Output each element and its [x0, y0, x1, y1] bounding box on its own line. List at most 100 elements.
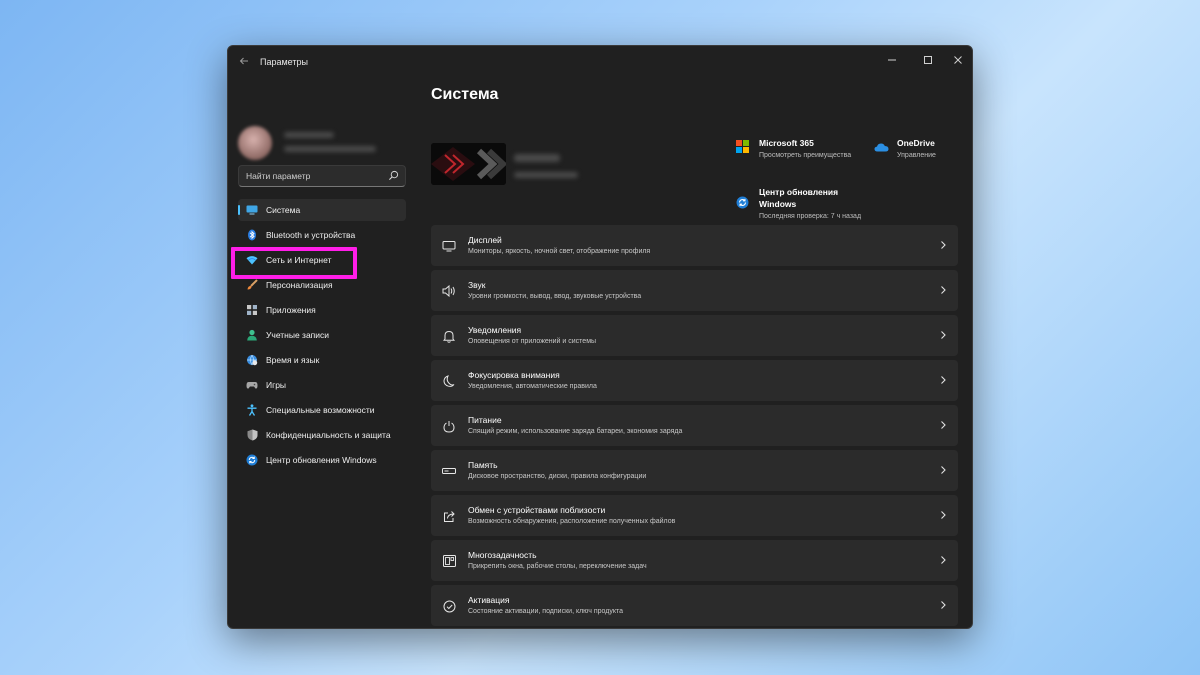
sidebar-item-apps[interactable]: Приложения	[238, 299, 406, 321]
bell-icon	[441, 328, 457, 344]
card-title: Активация	[468, 595, 510, 605]
close-icon	[954, 56, 962, 64]
device-wallpaper-thumbnail[interactable]	[431, 143, 506, 185]
card-subtitle: Возможность обнаружения, расположение по…	[468, 518, 676, 525]
sidebar: Система Bluetooth и устройства Сеть и Ин…	[228, 76, 418, 628]
avatar[interactable]	[238, 126, 272, 160]
monitor-icon	[246, 204, 258, 216]
chevron-right-icon	[941, 331, 946, 339]
chevron-right-icon	[941, 601, 946, 609]
settings-window: Параметры Система	[227, 45, 973, 629]
card-title: Память	[468, 460, 498, 470]
chevron-right-icon	[941, 376, 946, 384]
close-button[interactable]	[946, 51, 970, 71]
search-icon[interactable]	[388, 170, 399, 181]
update-icon	[736, 196, 749, 209]
minimize-icon	[888, 59, 896, 61]
window-title: Параметры	[260, 57, 308, 67]
promo-title-line1: Центр обновления	[759, 187, 839, 197]
chevron-right-icon	[941, 466, 946, 474]
promo-subtitle: Последняя проверка: 7 ч назад	[759, 213, 862, 220]
promo-title-line2: Windows	[759, 199, 797, 209]
card-title: Звук	[468, 280, 486, 290]
card-subtitle: Мониторы, яркость, ночной свет, отображе…	[468, 248, 651, 255]
device-model-redacted	[514, 172, 578, 178]
promo-subtitle: Управление	[897, 152, 936, 159]
back-arrow-icon[interactable]	[236, 54, 252, 70]
minimize-button[interactable]	[880, 51, 904, 71]
sidebar-item-accounts[interactable]: Учетные записи	[238, 324, 406, 346]
sidebar-item-label: Учетные записи	[266, 330, 330, 340]
search-box[interactable]	[238, 165, 406, 187]
card-multitasking[interactable]: Многозадачность Прикрепить окна, рабочие…	[431, 540, 958, 581]
main-content: Система Microsoft 365 Просмотреть преиму…	[431, 76, 972, 628]
sidebar-item-time-language[interactable]: Время и язык	[238, 349, 406, 371]
promo-title: Microsoft 365	[759, 138, 814, 148]
display-icon	[441, 238, 457, 254]
card-title: Уведомления	[468, 325, 522, 335]
power-icon	[441, 418, 457, 434]
maximize-icon	[924, 56, 932, 64]
sidebar-item-label: Специальные возможности	[266, 405, 375, 415]
sidebar-item-label: Конфиденциальность и защита	[266, 430, 391, 440]
onedrive-cloud-icon	[874, 143, 889, 152]
sidebar-item-label: Время и язык	[266, 355, 320, 365]
microsoft-logo-icon	[736, 140, 749, 153]
card-sound[interactable]: Звук Уровни громкости, вывод, ввод, звук…	[431, 270, 958, 311]
account-name-redacted	[284, 132, 334, 138]
sidebar-nav: Система Bluetooth и устройства Сеть и Ин…	[238, 199, 406, 474]
card-subtitle: Уровни громкости, вывод, ввод, звуковые …	[468, 293, 642, 300]
card-activation[interactable]: Активация Состояние активации, подписки,…	[431, 585, 958, 626]
sidebar-item-windows-update[interactable]: Центр обновления Windows	[238, 449, 406, 471]
multitask-icon	[441, 553, 457, 569]
sidebar-item-label: Система	[266, 205, 301, 215]
moon-icon	[441, 373, 457, 389]
search-input[interactable]	[246, 169, 386, 183]
storage-icon	[441, 463, 457, 479]
person-icon	[246, 329, 258, 341]
chevron-right-icon	[941, 286, 946, 294]
chevron-right-icon	[941, 511, 946, 519]
card-title: Дисплей	[468, 235, 502, 245]
card-title: Обмен с устройствами поблизости	[468, 505, 606, 515]
highlight-box	[231, 247, 357, 279]
card-nearby-sharing[interactable]: Обмен с устройствами поблизости Возможно…	[431, 495, 958, 536]
sidebar-item-label: Персонализация	[266, 280, 333, 290]
sidebar-item-accessibility[interactable]: Специальные возможности	[238, 399, 406, 421]
card-display[interactable]: Дисплей Мониторы, яркость, ночной свет, …	[431, 225, 958, 266]
chevron-right-icon	[941, 556, 946, 564]
card-subtitle: Уведомления, автоматические правила	[468, 383, 597, 390]
page-title: Система	[431, 86, 499, 103]
bluetooth-icon	[246, 229, 258, 241]
card-power[interactable]: Питание Спящий режим, использование заря…	[431, 405, 958, 446]
card-storage[interactable]: Память Дисковое пространство, диски, пра…	[431, 450, 958, 491]
chevron-right-icon	[941, 421, 946, 429]
sidebar-item-privacy[interactable]: Конфиденциальность и защита	[238, 424, 406, 446]
card-subtitle: Дисковое пространство, диски, правила ко…	[468, 473, 647, 480]
chevron-right-icon	[941, 241, 946, 249]
promo-title: OneDrive	[897, 138, 935, 148]
promo-subtitle: Просмотреть преимущества	[759, 152, 852, 159]
gamepad-icon	[246, 379, 258, 391]
apps-icon	[246, 304, 258, 316]
share-icon	[441, 508, 457, 524]
sidebar-item-system[interactable]: Система	[238, 199, 406, 221]
promo-title: Центр обновления Windows	[759, 186, 838, 210]
maximize-button[interactable]	[916, 51, 940, 71]
card-title: Фокусировка внимания	[468, 370, 560, 380]
card-notifications[interactable]: Уведомления Оповещения от приложений и с…	[431, 315, 958, 356]
shield-icon	[246, 429, 258, 441]
accessibility-icon	[246, 404, 258, 416]
title-bar: Параметры	[228, 46, 972, 76]
sidebar-item-bluetooth[interactable]: Bluetooth и устройства	[238, 224, 406, 246]
sidebar-item-gaming[interactable]: Игры	[238, 374, 406, 396]
card-subtitle: Спящий режим, использование заряда батар…	[468, 428, 683, 435]
sidebar-item-label: Приложения	[266, 305, 316, 315]
account-email-redacted	[284, 146, 376, 152]
sidebar-item-label: Центр обновления Windows	[266, 455, 377, 465]
card-title: Питание	[468, 415, 502, 425]
card-subtitle: Состояние активации, подписки, ключ прод…	[468, 608, 624, 615]
device-name-redacted	[514, 154, 560, 162]
sidebar-item-label: Игры	[266, 380, 287, 390]
card-focus-assist[interactable]: Фокусировка внимания Уведомления, автома…	[431, 360, 958, 401]
